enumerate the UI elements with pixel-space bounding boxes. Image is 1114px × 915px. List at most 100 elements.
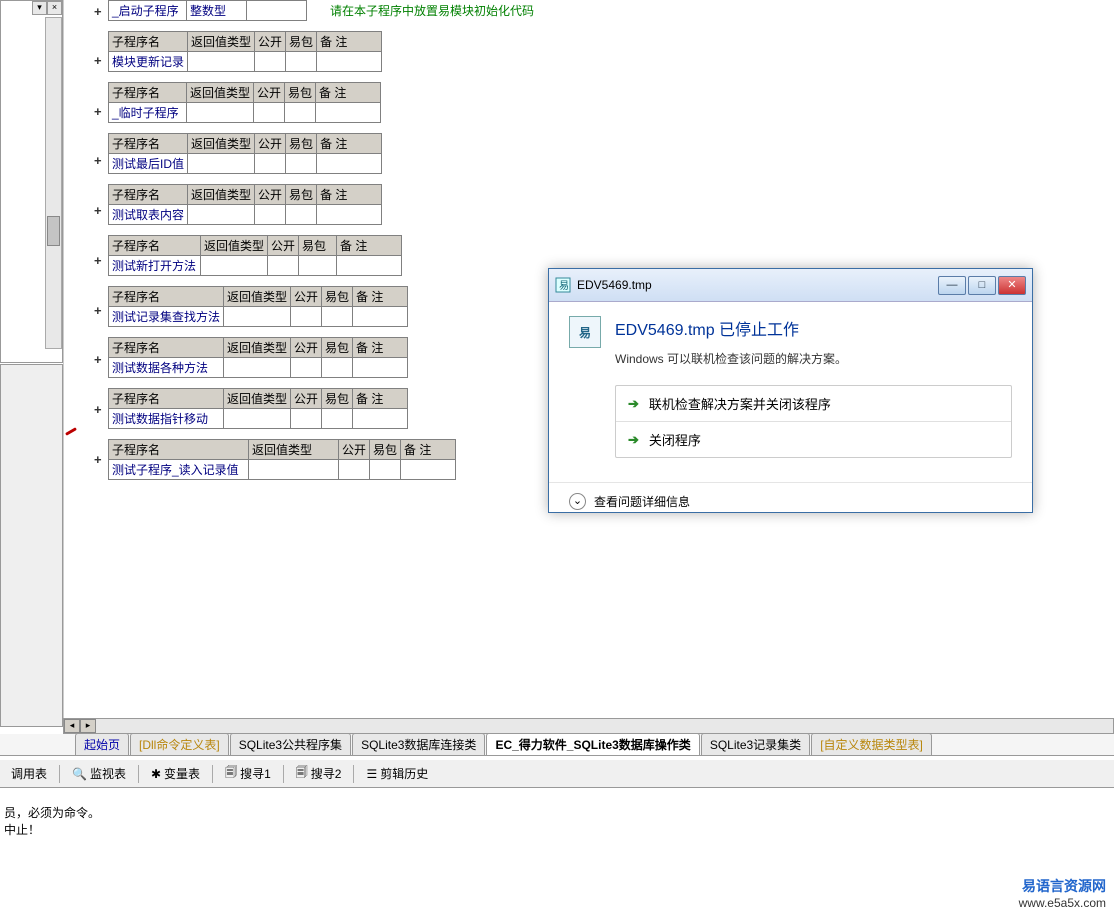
list-icon: ☰ (366, 767, 377, 781)
return-type-cell[interactable] (224, 358, 291, 378)
hdr-easy-pkg: 易包 (286, 32, 317, 52)
proc-name-cell[interactable]: _临时子程序 (109, 103, 187, 123)
arrow-icon: ➔ (628, 432, 639, 448)
remark-cell[interactable] (353, 358, 408, 378)
proc-name-cell[interactable]: 测试子程序_读入记录值 (109, 460, 249, 480)
expand-plus-icon[interactable]: + (94, 303, 102, 318)
expand-plus-icon[interactable]: + (94, 452, 102, 467)
public-cell[interactable] (255, 205, 286, 225)
editor-tab[interactable]: 起始页 (75, 733, 129, 755)
dialog-titlebar[interactable]: 易 EDV5469.tmp — □ ✕ (549, 269, 1032, 302)
expand-details-icon[interactable]: ⌄ (569, 493, 586, 510)
proc-name-cell[interactable]: 模块更新记录 (109, 52, 188, 72)
expand-plus-icon[interactable]: + (94, 53, 102, 68)
remark-cell[interactable] (401, 460, 456, 480)
expand-plus-icon[interactable]: + (94, 352, 102, 367)
return-type-cell[interactable] (187, 103, 254, 123)
minimize-button[interactable]: — (938, 276, 966, 295)
return-type-cell[interactable] (201, 256, 268, 276)
maximize-button[interactable]: □ (968, 276, 996, 295)
hdr-easy-pkg: 易包 (285, 83, 316, 103)
close-program-option[interactable]: ➔ 关闭程序 (616, 421, 1011, 457)
public-cell[interactable] (339, 460, 370, 480)
easy-pkg-cell[interactable] (322, 358, 353, 378)
easy-pkg-cell[interactable] (370, 460, 401, 480)
scroll-left-button[interactable]: ◂ (64, 719, 80, 733)
hdr-return-type: 返回值类型 (187, 83, 254, 103)
scroll-right-button[interactable]: ▸ (80, 719, 96, 733)
proc-name-cell[interactable]: 测试新打开方法 (109, 256, 201, 276)
search2-button[interactable]: 🗐搜寻2 (289, 760, 349, 787)
return-type-cell[interactable] (188, 205, 255, 225)
search-icon: 🔍 (72, 767, 87, 781)
return-type-cell[interactable] (224, 307, 291, 327)
easy-pkg-cell[interactable] (285, 103, 316, 123)
dock-button[interactable]: ▾ (32, 1, 47, 15)
remark-cell[interactable] (317, 205, 382, 225)
proc-name-cell[interactable]: 测试记录集查找方法 (109, 307, 224, 327)
expand-plus-icon[interactable]: + (94, 203, 102, 218)
expand-plus-icon[interactable]: + (94, 104, 102, 119)
hdr-easy-pkg: 易包 (322, 338, 353, 358)
return-type-cell[interactable] (188, 52, 255, 72)
return-type-cell[interactable]: 整数型 (187, 1, 247, 21)
editor-tab[interactable]: EC_得力软件_SQLite3数据库操作类 (486, 733, 699, 755)
return-type-cell[interactable] (188, 154, 255, 174)
expand-plus-icon[interactable]: + (94, 4, 102, 19)
view-details-link[interactable]: 查看问题详细信息 (594, 493, 690, 510)
proc-name-cell[interactable]: 测试取表内容 (109, 205, 188, 225)
editor-tab[interactable]: SQLite3公共程序集 (230, 733, 351, 755)
remark-cell[interactable] (317, 52, 382, 72)
editor-tab[interactable]: SQLite3数据库连接类 (352, 733, 485, 755)
hdr-return-type: 返回值类型 (224, 389, 291, 409)
proc-name-cell[interactable]: 测试数据各种方法 (109, 358, 224, 378)
hdr-easy-pkg: 易包 (299, 236, 337, 256)
remark-cell[interactable] (353, 409, 408, 429)
public-cell[interactable] (254, 103, 285, 123)
editor-tab[interactable]: [自定义数据类型表] (811, 733, 932, 755)
watch-table-button[interactable]: 🔍监视表 (65, 762, 133, 785)
return-type-cell[interactable] (224, 409, 291, 429)
return-type-cell[interactable] (249, 460, 339, 480)
horizontal-scrollbar[interactable]: ◂ ▸ (63, 718, 1114, 734)
remark-cell[interactable] (337, 256, 402, 276)
hdr-easy-pkg: 易包 (322, 389, 353, 409)
public-cell[interactable] (291, 307, 322, 327)
var-table-button[interactable]: ✱变量表 (144, 762, 207, 785)
left-scrollbar[interactable] (45, 17, 62, 349)
easy-pkg-cell[interactable] (286, 154, 317, 174)
hdr-remark: 备 注 (317, 32, 382, 52)
easy-pkg-cell[interactable] (322, 307, 353, 327)
proc-name-cell[interactable]: _启动子程序 (109, 1, 187, 21)
easy-pkg-cell[interactable] (299, 256, 337, 276)
close-button[interactable]: ✕ (998, 276, 1026, 295)
dialog-heading: EDV5469.tmp 已停止工作 (615, 316, 847, 340)
editor-tab[interactable]: SQLite3记录集类 (701, 733, 810, 755)
clip-history-button[interactable]: ☰剪辑历史 (359, 762, 435, 785)
easy-pkg-cell[interactable] (286, 52, 317, 72)
remark-cell[interactable] (317, 154, 382, 174)
public-cell[interactable] (255, 154, 286, 174)
proc-name-cell[interactable]: 测试最后ID值 (109, 154, 188, 174)
easy-pkg-cell[interactable] (322, 409, 353, 429)
search1-button[interactable]: 🗐搜寻1 (218, 760, 278, 787)
expand-plus-icon[interactable]: + (94, 402, 102, 417)
proc-name-cell[interactable]: 测试数据指针移动 (109, 409, 224, 429)
hdr-public: 公开 (291, 287, 322, 307)
remark-cell[interactable] (316, 103, 381, 123)
public-cell[interactable] (291, 409, 322, 429)
close-pane-button[interactable]: × (47, 1, 62, 15)
public-cell[interactable] (255, 52, 286, 72)
public-cell[interactable] (268, 256, 299, 276)
call-table-button[interactable]: 调用表 (4, 762, 54, 785)
bottom-toolbar: 调用表 🔍监视表 ✱变量表 🗐搜寻1 🗐搜寻2 ☰剪辑历史 (0, 760, 1114, 788)
check-online-option[interactable]: ➔ 联机检查解决方案并关闭该程序 (616, 386, 1011, 421)
expand-plus-icon[interactable]: + (94, 253, 102, 268)
remark-cell[interactable] (353, 307, 408, 327)
easy-pkg-cell[interactable] (286, 205, 317, 225)
hdr-public: 公开 (255, 134, 286, 154)
public-cell[interactable] (291, 358, 322, 378)
expand-plus-icon[interactable]: + (94, 153, 102, 168)
editor-tab[interactable]: [Dll命令定义表] (130, 733, 229, 755)
error-dialog: 易 EDV5469.tmp — □ ✕ 易 EDV5469.tmp 已停止工作 … (548, 268, 1033, 513)
